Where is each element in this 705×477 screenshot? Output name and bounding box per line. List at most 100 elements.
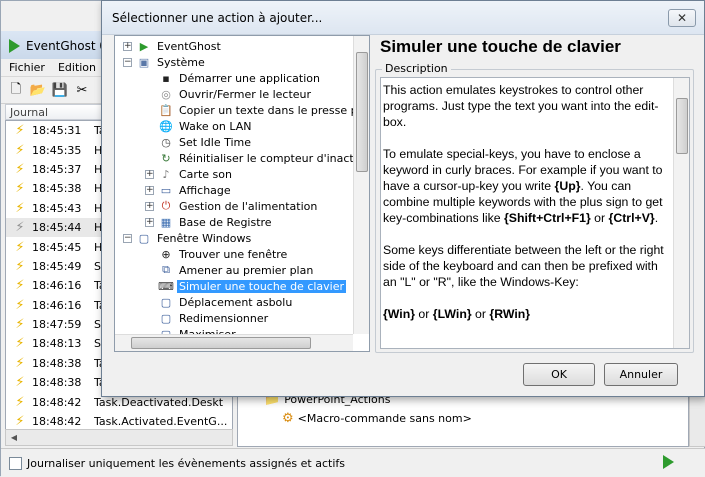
- tree-horizontal-scrollbar[interactable]: [115, 334, 353, 351]
- collapse-icon[interactable]: −: [123, 233, 132, 243]
- tree-node-label: Système: [157, 55, 205, 69]
- crosshair-icon: ⊕: [161, 247, 171, 261]
- log-horizontal-scrollbar[interactable]: ◀: [5, 429, 233, 446]
- status-bar: Journaliser uniquement les évènements as…: [1, 448, 705, 477]
- tree-node[interactable]: ↻ Réinitialiser le compteur d'inactivité: [145, 150, 369, 166]
- eventghost-play-icon: [9, 39, 20, 53]
- log-time: 18:45:35: [32, 143, 82, 157]
- action-tree[interactable]: + ▶ EventGhost − ▣ Système ▪ Démarrer une appli…: [114, 35, 370, 352]
- expand-icon[interactable]: +: [145, 185, 154, 195]
- tree-node[interactable]: ▢ Déplacement asbolu: [145, 294, 294, 310]
- scroll-left-icon[interactable]: ◀: [6, 433, 22, 442]
- tree-macro-row[interactable]: ⚙ <Macro-commande sans nom>: [282, 411, 472, 426]
- configuration-tree[interactable]: 📁 PowerPoint_Actions ⚙ <Macro-commande s…: [237, 392, 689, 447]
- tree-vertical-scrollbar[interactable]: [353, 36, 369, 334]
- description-scroll-thumb[interactable]: [676, 98, 688, 154]
- tree-node[interactable]: + ▶ EventGhost: [123, 38, 223, 54]
- tree-node[interactable]: − ▣ Système: [123, 54, 207, 70]
- log-event: Task.Deactivated.Deskt: [94, 395, 224, 409]
- ok-button[interactable]: OK: [523, 363, 595, 386]
- tree-node[interactable]: + ⏻ Gestion de l'alimentation: [145, 198, 319, 214]
- event-bolt-icon: ⚡: [15, 181, 25, 197]
- tree-node-label: Ouvrir/Fermer le lecteur: [179, 87, 312, 101]
- description-vertical-scrollbar[interactable]: [673, 78, 689, 348]
- log-filter-label: Journaliser uniquement les évènements as…: [27, 456, 345, 470]
- tree-node-label: Affichage: [179, 183, 231, 197]
- new-file-icon[interactable]: 🗋: [7, 82, 25, 100]
- collapse-icon[interactable]: −: [123, 57, 132, 67]
- description-paragraph: Some keys differentiate between the left…: [383, 243, 664, 289]
- dialog-titlebar: Sélectionner une action à ajouter...: [102, 1, 704, 35]
- menu-fichier[interactable]: Fichier: [1, 61, 50, 74]
- cancel-button[interactable]: Annuler: [604, 363, 678, 386]
- tree-vertical-scrollbar[interactable]: [689, 393, 705, 447]
- event-bolt-icon: ⚡: [15, 200, 25, 216]
- tree-node[interactable]: ▢ Redimensionner: [145, 310, 270, 326]
- menu-bar: Fichier Edition: [1, 59, 111, 77]
- expand-icon[interactable]: +: [123, 41, 132, 51]
- log-time: 18:48:38: [32, 376, 82, 390]
- log-time: 18:45:49: [32, 259, 82, 273]
- event-bolt-icon: ⚡: [15, 355, 25, 371]
- action-title: Simuler une touche de clavier: [380, 37, 621, 56]
- tree-node[interactable]: ⊕ Trouver une fenêtre: [145, 246, 289, 262]
- close-icon[interactable]: ✕: [668, 9, 696, 27]
- log-column-header[interactable]: Journal: [5, 104, 109, 120]
- description-paragraph: {Win} or {LWin} or {RWin}: [383, 307, 531, 321]
- event-bolt-icon: ⚡: [15, 220, 25, 236]
- registry-icon: ▦: [160, 215, 172, 229]
- tree-node[interactable]: + ♪ Carte son: [145, 166, 234, 182]
- tree-node-label: Carte son: [179, 167, 232, 181]
- tree-node[interactable]: + ▦ Base de Registre: [145, 214, 274, 230]
- cd-icon: ◎: [161, 87, 171, 101]
- reset-icon: ↻: [161, 151, 171, 165]
- main-window-title: EventGhost 0.: [26, 39, 111, 53]
- tree-node[interactable]: ▪ Démarrer une application: [145, 70, 322, 86]
- log-time: 18:45:43: [32, 201, 82, 215]
- open-folder-icon[interactable]: 📂: [29, 82, 47, 100]
- tree-node[interactable]: + ▭ Affichage: [145, 182, 233, 198]
- event-bolt-icon: ⚡: [15, 375, 25, 391]
- status-play-icon[interactable]: [663, 455, 674, 469]
- tree-horizontal-scroll-thumb[interactable]: [131, 337, 311, 349]
- eventghost-icon: ▶: [139, 39, 149, 53]
- dialog-title: Sélectionner une action à ajouter...: [112, 10, 323, 25]
- event-bolt-icon: ⚡: [15, 258, 25, 274]
- macro-label: <Macro-commande sans nom>: [297, 412, 472, 425]
- expand-icon[interactable]: +: [145, 169, 154, 179]
- power-icon: ⏻: [161, 199, 171, 212]
- macro-gear-icon: ⚙: [282, 411, 294, 426]
- cmd-icon: ▪: [162, 71, 170, 85]
- expand-icon[interactable]: +: [145, 201, 154, 211]
- window-icon: ▢: [138, 231, 150, 245]
- expand-icon[interactable]: +: [145, 217, 154, 227]
- tree-node[interactable]: − ▢ Fenêtre Windows: [123, 230, 253, 246]
- tree-node-label: Set Idle Time: [179, 135, 252, 149]
- tree-node[interactable]: ◎ Ouvrir/Fermer le lecteur: [145, 86, 313, 102]
- log-time: 18:45:37: [32, 162, 82, 176]
- sound-icon: ♪: [162, 167, 170, 181]
- description-box[interactable]: This action emulates keystrokes to contr…: [380, 77, 690, 349]
- network-icon: 🌐: [159, 119, 173, 133]
- event-bolt-icon: ⚡: [15, 123, 25, 139]
- toolbar: 🗋 📂 💾 ✂: [1, 78, 111, 104]
- menu-edition[interactable]: Edition: [50, 61, 101, 74]
- tree-vertical-scroll-thumb[interactable]: [356, 52, 368, 172]
- tree-node[interactable]: ⌨ Simuler une touche de clavier: [145, 278, 347, 294]
- event-bolt-icon: ⚡: [15, 142, 25, 158]
- log-filter-checkbox[interactable]: [9, 456, 22, 470]
- tree-node[interactable]: 📋 Copier un texte dans le presse papie: [145, 102, 369, 118]
- tree-node[interactable]: 🌐 Wake on LAN: [145, 118, 254, 134]
- log-time: 18:45:38: [32, 182, 82, 196]
- tree-node-label: Simuler une touche de clavier: [177, 279, 347, 293]
- tree-node[interactable]: ⧉ Amener au premier plan: [145, 262, 315, 278]
- log-event: Task.Activated.EventG...: [94, 415, 228, 429]
- save-icon[interactable]: 💾: [51, 82, 69, 100]
- description-legend: Description: [382, 62, 451, 75]
- tree-node[interactable]: ◷ Set Idle Time: [145, 134, 253, 150]
- event-bolt-icon: ⚡: [15, 317, 25, 333]
- log-time: 18:45:31: [32, 124, 82, 138]
- cut-icon[interactable]: ✂: [73, 82, 91, 100]
- event-bolt-icon: ⚡: [15, 161, 25, 177]
- tree-node-label: EventGhost: [157, 39, 221, 53]
